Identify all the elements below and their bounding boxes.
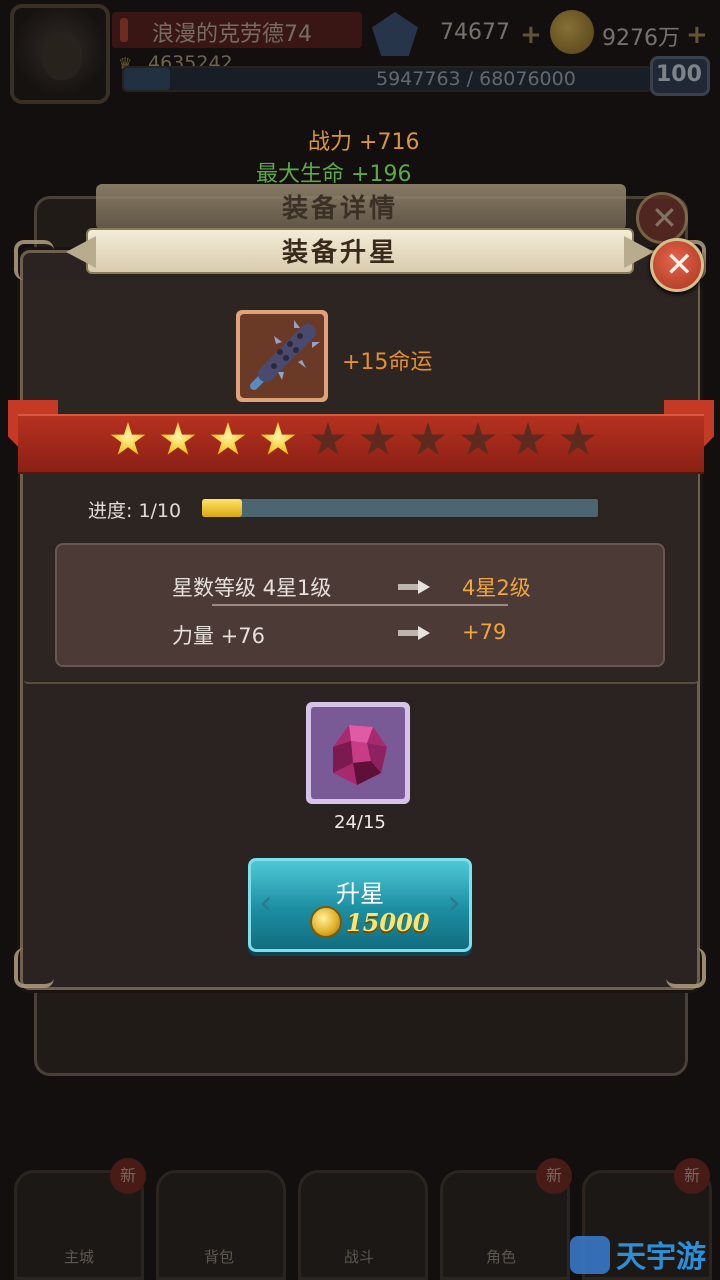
spiked-club-icon: [240, 314, 324, 398]
equipment-slot[interactable]: [236, 310, 328, 402]
panel-corner-ornament: [14, 240, 54, 280]
close-icon: ✕: [665, 245, 694, 285]
star-empty-icon: [560, 422, 596, 455]
material-count: 24/15: [334, 812, 386, 833]
panel-corner-ornament: [14, 948, 54, 988]
gold-count: 9276万: [602, 26, 680, 51]
nav-label-battle: 战斗: [344, 1248, 375, 1266]
new-badge: 新: [536, 1158, 572, 1194]
gold-icon: [550, 10, 594, 54]
gem-icon: [372, 12, 418, 56]
power-gain-value: +716: [359, 130, 420, 155]
progress-bar: [200, 497, 600, 519]
star-empty-icon: [510, 422, 546, 455]
upgrade-cost: 15000: [346, 908, 430, 937]
star-rating: [110, 422, 596, 458]
material-slot[interactable]: [306, 702, 410, 804]
star-filled-icon: [160, 422, 196, 455]
gem-count: 74677: [440, 20, 510, 45]
equipment-detail-title: 装备详情: [282, 194, 399, 224]
exp-text: 5947763 / 68076000: [376, 68, 576, 90]
avatar-face: [42, 32, 82, 80]
player-name: 浪漫的克劳德74: [152, 22, 312, 47]
arrow-right-icon: [398, 626, 432, 640]
close-icon: ✕: [651, 199, 678, 237]
progress-fill: [202, 499, 242, 517]
strength-current: 力量 +76: [172, 624, 265, 648]
strength-next: +79: [462, 620, 507, 644]
chevron-left-icon: ‹: [259, 883, 273, 923]
stat-divider: [212, 604, 508, 606]
star-empty-icon: [460, 422, 496, 455]
star-filled-icon: [260, 422, 296, 455]
new-badge: 新: [110, 1158, 146, 1194]
nav-label-character: 角色: [486, 1248, 517, 1266]
equipment-detail-close-button[interactable]: ✕: [636, 192, 688, 244]
bottom-nav: 主城 新 背包 战斗 角色 新 新: [0, 1150, 720, 1280]
star-empty-icon: [410, 422, 446, 455]
site-logo-icon: [570, 1236, 610, 1274]
close-button[interactable]: ✕: [650, 238, 704, 292]
panel-title: 装备升星: [282, 238, 399, 268]
crystal-ore-art: [333, 725, 387, 785]
star-filled-icon: [210, 422, 246, 455]
power-gain: 战力 +716: [308, 124, 419, 156]
gold-coin-icon: [310, 906, 342, 938]
chevron-right-icon: ›: [447, 883, 461, 923]
add-gold-button[interactable]: +: [686, 20, 708, 50]
level-text: 100: [656, 62, 702, 87]
spiked-club-art: [250, 320, 320, 390]
star-empty-icon: [310, 422, 346, 455]
item-bonus-text: +15命运: [342, 350, 433, 375]
alert-icon: [120, 18, 128, 42]
star-filled-icon: [110, 422, 146, 455]
nav-label-backpack: 背包: [204, 1248, 235, 1266]
star-empty-icon: [360, 422, 396, 455]
top-hud: 浪漫的克劳德74 ♛ 4635242 74677 + 9276万 + 59477…: [0, 0, 720, 110]
power-gain-label: 战力: [308, 130, 353, 155]
nav-label-main-city: 主城: [64, 1248, 95, 1266]
crystal-ore-icon: [311, 707, 405, 799]
arrow-right-icon: [398, 580, 432, 594]
site-logo-text: 天宇游: [616, 1240, 706, 1275]
panel-corner-ornament: [666, 948, 706, 988]
exp-fill: [124, 68, 170, 90]
star-level-current: 星数等级 4星1级: [172, 576, 332, 600]
progress-label: 进度: 1/10: [88, 500, 182, 522]
upgrade-button-label: 升星: [336, 880, 384, 908]
player-avatar[interactable]: [10, 4, 110, 104]
add-gems-button[interactable]: +: [520, 20, 542, 50]
star-level-next: 4星2级: [462, 576, 531, 600]
new-badge: 新: [674, 1158, 710, 1194]
